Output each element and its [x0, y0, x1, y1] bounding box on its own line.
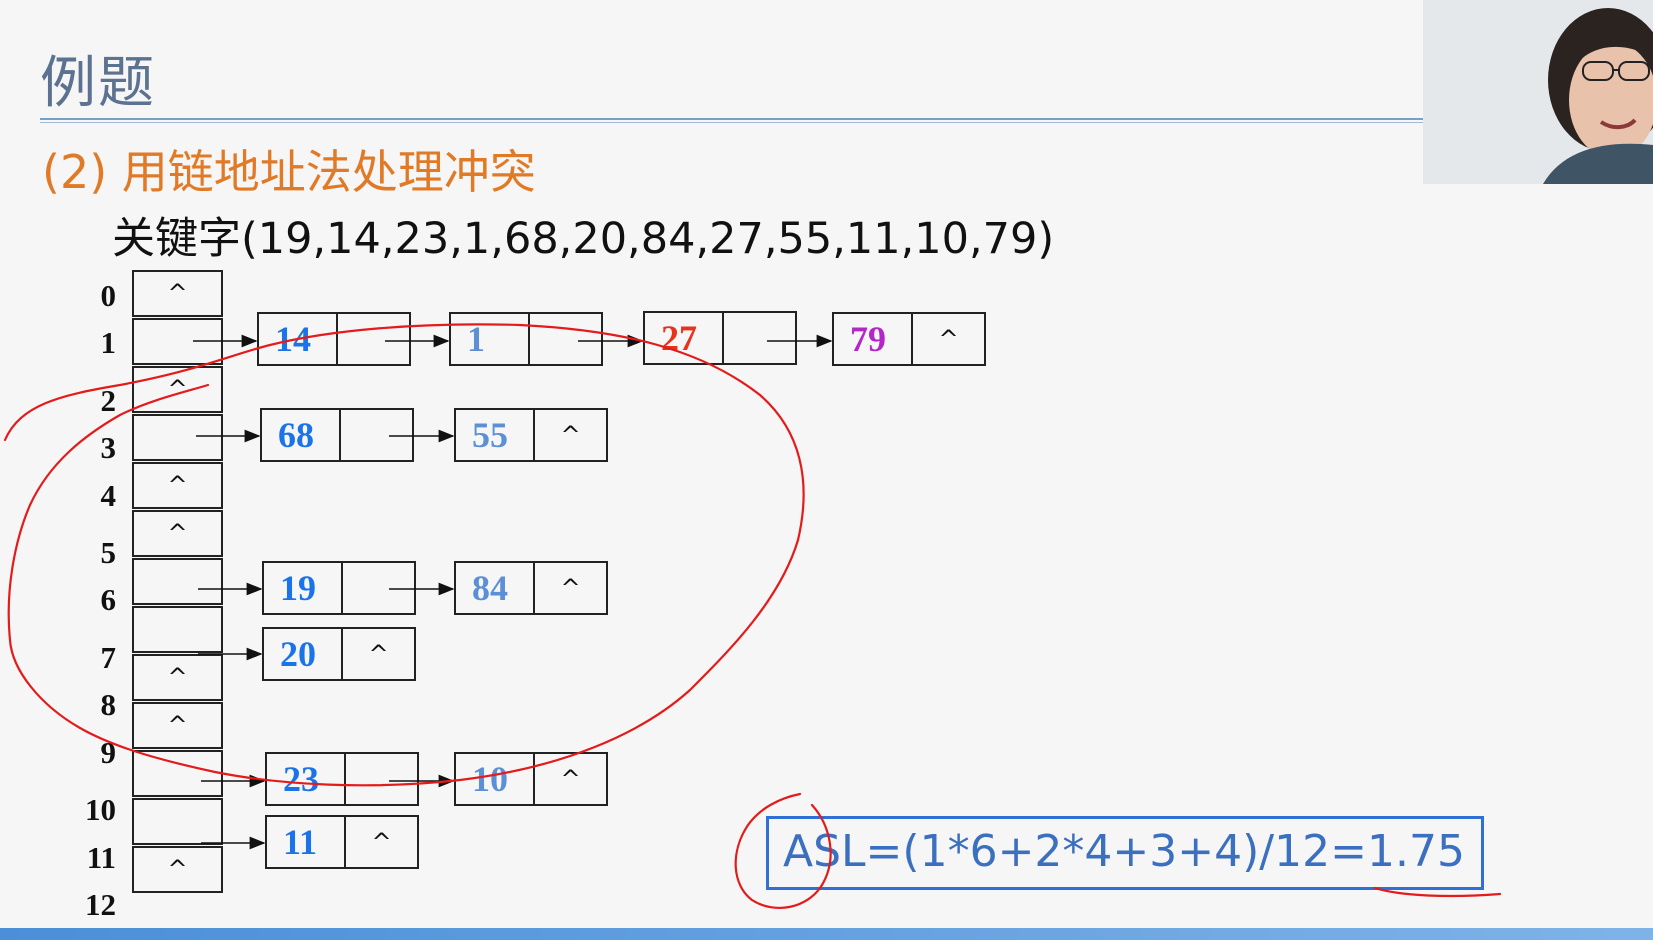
bottom-bar: [0, 928, 1653, 940]
hand-drawn-annotation-icon: [3, 323, 1502, 909]
pointer-arrows: [193, 334, 833, 850]
webcam-presenter-video-icon: [1423, 0, 1653, 184]
diagram-overlay: [3, 323, 1502, 909]
